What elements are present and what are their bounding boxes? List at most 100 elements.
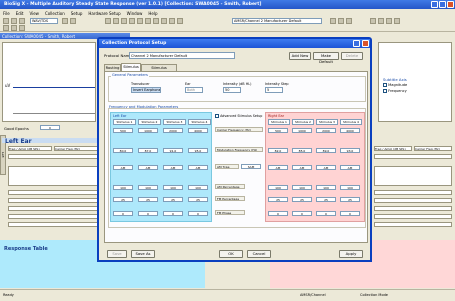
ear-combo[interactable]: Both (185, 87, 203, 93)
transducer-combo[interactable]: Insert Earphones (131, 87, 161, 93)
left-stim-head-3[interactable]: Stimulus 3 (163, 119, 186, 125)
menu-view[interactable]: View (29, 11, 39, 16)
tool-icon-3[interactable] (121, 18, 127, 24)
left-graph[interactable]: uV (2, 42, 96, 122)
left-modfreq-2[interactable]: 87.0 (138, 148, 158, 153)
menu-window[interactable]: Window (127, 11, 143, 16)
tool-icon-13[interactable] (346, 18, 352, 24)
left-ampct-4[interactable]: 100 (188, 185, 208, 190)
left-fmpct-1[interactable]: 25 (113, 197, 133, 202)
apply-button[interactable]: Apply (339, 250, 363, 258)
menu-edit[interactable]: Edit (16, 11, 24, 16)
right-amtype-3[interactable]: AM (316, 165, 336, 170)
right-carrier-2[interactable]: 1000 (292, 128, 312, 133)
maximize-button[interactable] (439, 1, 446, 8)
option-magnitude[interactable]: Magnitude (383, 83, 407, 87)
option-frequency[interactable]: Frequency (383, 89, 407, 93)
right-modfreq-3[interactable]: 89.0 (316, 148, 336, 153)
tool-icon-18[interactable] (3, 25, 9, 31)
left-carrier-1[interactable]: 500 (113, 128, 133, 133)
left-modfreq-1[interactable]: 80.0 (113, 148, 133, 153)
tool-icon-19[interactable] (11, 25, 17, 31)
right-fmphase-1[interactable]: 0 (268, 211, 288, 216)
left-carrier-3[interactable]: 2000 (163, 128, 183, 133)
right-ampct-3[interactable]: 100 (316, 185, 336, 190)
right-ampct-1[interactable]: 100 (268, 185, 288, 190)
delete-button[interactable]: Delete (341, 52, 363, 60)
right-stim-head-3[interactable]: Stimulus 3 (316, 119, 338, 125)
menu-help[interactable]: Help (148, 11, 157, 16)
print-icon[interactable] (19, 18, 25, 24)
left-ampct-2[interactable]: 100 (138, 185, 158, 190)
right-modfreq-2[interactable]: 85.0 (292, 148, 312, 153)
left-amtype-3[interactable]: AM (163, 165, 183, 170)
tab-routing[interactable]: Routing (104, 64, 121, 71)
tool-icon-11[interactable] (330, 18, 336, 24)
save-as-button[interactable]: Save As (131, 250, 155, 258)
tool-icon-17[interactable] (394, 18, 400, 24)
intensity-step-value[interactable]: 5 (265, 87, 283, 93)
protocol-name-combo[interactable]: Channel 2 Manufacturer Default (129, 52, 235, 59)
tool-icon-4[interactable] (129, 18, 135, 24)
save-icon[interactable] (11, 18, 17, 24)
right-amtype-4[interactable]: AM (340, 165, 360, 170)
left-stim-head-2[interactable]: Stimulus 2 (138, 119, 161, 125)
right-modfreq-1[interactable]: 82.0 (268, 148, 288, 153)
tool-icon-12[interactable] (338, 18, 344, 24)
right-fmpct-2[interactable]: 25 (292, 197, 312, 202)
left-fmphase-1[interactable]: 0 (113, 211, 133, 216)
advanced-stimulus-setup[interactable]: Advanced Stimulus Setup (215, 114, 263, 118)
menu-collection[interactable]: Collection (45, 11, 65, 16)
option-frequency-box[interactable] (383, 89, 387, 93)
right-ampct-2[interactable]: 100 (292, 185, 312, 190)
right-fmpct-3[interactable]: 25 (316, 197, 336, 202)
tool-icon-16[interactable] (386, 18, 392, 24)
tool-icon-7[interactable] (153, 18, 159, 24)
right-stim-head-1[interactable]: Stimulus 1 (268, 119, 290, 125)
add-new-button[interactable]: Add New (289, 52, 311, 60)
left-fmphase-4[interactable]: 0 (188, 211, 208, 216)
tool-icon-20[interactable] (19, 25, 25, 31)
am-type-combo[interactable]: SAM (241, 164, 261, 169)
tool-icon-15[interactable] (378, 18, 384, 24)
save-button[interactable]: Save (107, 250, 127, 258)
right-fmphase-4[interactable]: 0 (340, 211, 360, 216)
left-fmphase-2[interactable]: 0 (138, 211, 158, 216)
tool-icon-1[interactable] (105, 18, 111, 24)
right-amtype-2[interactable]: AM (292, 165, 312, 170)
play-icon[interactable] (62, 18, 68, 24)
intensity-value[interactable]: 50 (223, 87, 241, 93)
dialog-help-button[interactable] (353, 40, 360, 47)
right-stim-head-4[interactable]: Stimulus 4 (340, 119, 362, 125)
stop-icon[interactable] (70, 18, 76, 24)
advanced-setup-checkbox[interactable] (215, 114, 219, 118)
menu-hardware-setup[interactable]: Hardware Setup (88, 11, 120, 16)
cancel-button[interactable]: Cancel (247, 250, 271, 258)
ok-button[interactable]: OK (219, 250, 243, 258)
right-graph[interactable]: Subtitle Axis Magnitude Frequency (378, 42, 452, 122)
tab-stimulus-waveform[interactable]: Stimulus Waveform (141, 64, 177, 76)
right-fmphase-2[interactable]: 0 (292, 211, 312, 216)
menu-setup[interactable]: Setup (71, 11, 83, 16)
tab-stimulus[interactable]: Stimulus (121, 63, 141, 71)
minimize-button[interactable] (431, 1, 438, 8)
left-ampct-1[interactable]: 100 (113, 185, 133, 190)
open-icon[interactable] (3, 18, 9, 24)
tool-icon-8[interactable] (161, 18, 167, 24)
tool-icon-2[interactable] (113, 18, 119, 24)
left-fmphase-3[interactable]: 0 (163, 211, 183, 216)
left-stim-head-1[interactable]: Stimulus 1 (113, 119, 136, 125)
right-fmpct-1[interactable]: 25 (268, 197, 288, 202)
tool-icon-10[interactable] (177, 18, 183, 24)
left-stim-head-4[interactable]: Stimulus 4 (188, 119, 211, 125)
right-carrier-1[interactable]: 500 (268, 128, 288, 133)
right-carrier-4[interactable]: 4000 (340, 128, 360, 133)
left-fmpct-3[interactable]: 25 (163, 197, 183, 202)
right-stim-head-2[interactable]: Stimulus 2 (292, 119, 314, 125)
menu-file[interactable]: File (3, 11, 10, 16)
make-default-button[interactable]: Make Default (313, 52, 339, 64)
left-carrier-4[interactable]: 4000 (188, 128, 208, 133)
right-modfreq-4[interactable]: 93.0 (340, 148, 360, 153)
tool-icon-14[interactable] (370, 18, 376, 24)
right-ampct-4[interactable]: 100 (340, 185, 360, 190)
